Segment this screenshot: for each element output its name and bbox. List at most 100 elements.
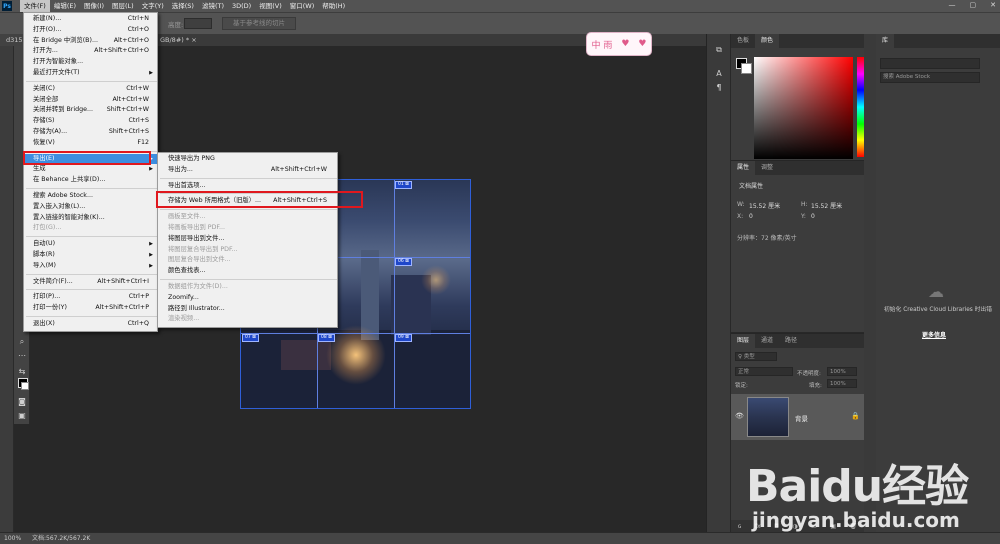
export-menu-item[interactable]: 颜色查找表... xyxy=(158,266,337,277)
slice-label-09[interactable]: 09 ⊠ xyxy=(395,334,412,342)
slice-label-06[interactable]: 06 ⊠ xyxy=(395,258,412,266)
fill-input[interactable]: 100% xyxy=(827,379,857,388)
swap-colors-icon[interactable]: ⇆ xyxy=(16,366,28,378)
file-menu-item-shortcut: Alt+Ctrl+O xyxy=(113,36,149,44)
tab-libraries[interactable]: 库 xyxy=(876,34,895,48)
tab-layers[interactable]: 图层 xyxy=(731,334,756,348)
width-value[interactable]: 15.52 厘米 xyxy=(749,201,780,210)
visibility-eye-icon[interactable]: 👁 xyxy=(735,412,744,420)
file-menu-item[interactable]: 在 Bridge 中浏览(B)... Alt+Ctrl+O xyxy=(24,36,157,47)
photoshop-logo: Ps xyxy=(2,1,12,11)
y-value[interactable]: 0 xyxy=(811,213,815,220)
file-menu-item[interactable]: 自动(U) ▶ xyxy=(24,239,157,250)
export-menu-item[interactable]: 快速导出为 PNG xyxy=(158,154,337,165)
quick-mask-icon[interactable]: ◙ xyxy=(16,396,28,408)
more-info-link[interactable]: 更多信息 xyxy=(922,330,946,339)
tab-channels[interactable]: 通道 xyxy=(755,334,779,348)
file-menu-item[interactable]: 在 Behance 上共享(D)... xyxy=(24,175,157,186)
layer-filter-select[interactable]: ♀ 类型 xyxy=(735,352,777,361)
tab-swatches[interactable]: 色板 xyxy=(731,34,755,48)
paragraph-icon[interactable]: ¶ xyxy=(713,82,725,94)
slice-label-01[interactable]: 01 ⊠ xyxy=(395,181,412,189)
color-picker-field[interactable] xyxy=(754,57,853,159)
tab-paths[interactable]: 路径 xyxy=(779,334,803,348)
file-menu-item[interactable]: 置入链接的智能对象(K)... xyxy=(24,213,157,224)
file-menu-item[interactable]: 打开(O)... Ctrl+O xyxy=(24,25,157,36)
stock-search-input[interactable]: 搜索 Adobe Stock xyxy=(880,72,980,83)
properties-panel-tabs: 属性 调整 xyxy=(731,161,864,175)
file-menu-item[interactable]: 生成 ▶ xyxy=(24,164,157,175)
menu-type[interactable]: 文字(Y) xyxy=(138,0,168,12)
lock-icon: 🔒 xyxy=(851,412,860,420)
file-menu-item[interactable]: 关闭并转到 Bridge... Shift+Ctrl+W xyxy=(24,105,157,116)
export-menu-item-label: 渲染视频... xyxy=(168,315,200,323)
file-menu-item[interactable]: 新建(N)... Ctrl+N xyxy=(24,14,157,25)
file-menu-item[interactable]: 打开为... Alt+Shift+Ctrl+O xyxy=(24,46,157,57)
zoom-tool-icon[interactable]: ⌕ xyxy=(16,336,28,348)
file-menu-item[interactable]: 文件简介(F)... Alt+Shift+Ctrl+I xyxy=(24,277,157,288)
export-menu-item[interactable]: 路径到 Illustrator... xyxy=(158,304,337,315)
height-input[interactable] xyxy=(184,18,212,29)
window-controls: — ▢ ✕ xyxy=(949,1,997,9)
more-tools-icon[interactable]: ⋯ xyxy=(16,350,28,362)
file-menu-item[interactable]: 关闭全部 Alt+Ctrl+W xyxy=(24,95,157,106)
export-menu-item[interactable]: 将图层导出到文件... xyxy=(158,234,337,245)
screen-mode-icon[interactable]: ▣ xyxy=(16,410,28,422)
menu-window[interactable]: 窗口(W) xyxy=(286,0,319,12)
menu-layer[interactable]: 图层(L) xyxy=(108,0,138,12)
export-menu-item[interactable]: Zoomify... xyxy=(158,293,337,304)
export-menu-item[interactable]: 导出为... Alt+Shift+Ctrl+W xyxy=(158,165,337,176)
menu-view[interactable]: 视图(V) xyxy=(255,0,286,12)
opacity-input[interactable]: 100% xyxy=(827,367,857,376)
file-menu-item-shortcut: Alt+Shift+Ctrl+P xyxy=(95,304,149,312)
close-button[interactable]: ✕ xyxy=(990,1,996,9)
slice-label-07[interactable]: 07 ⊠ xyxy=(242,334,259,342)
file-menu-item[interactable]: 打开为智能对象... xyxy=(24,57,157,68)
file-menu-item[interactable]: 置入嵌入对象(L)... xyxy=(24,202,157,213)
menu-help[interactable]: 帮助(H) xyxy=(318,0,349,12)
tab-properties[interactable]: 属性 xyxy=(731,161,756,175)
file-menu-item[interactable]: 搜索 Adobe Stock... xyxy=(24,191,157,202)
file-menu-item[interactable]: 导入(M) ▶ xyxy=(24,261,157,272)
file-menu-item[interactable]: 打印一份(Y) Alt+Shift+Ctrl+P xyxy=(24,303,157,314)
file-menu-item[interactable]: 最近打开文件(T) ▶ xyxy=(24,68,157,79)
file-menu-item-shortcut: Alt+Shift+Ctrl+O xyxy=(94,47,149,55)
maximize-button[interactable]: ▢ xyxy=(970,1,977,9)
file-menu: 新建(N)... Ctrl+N 打开(O)... Ctrl+O 在 Bridge 中浏览… xyxy=(23,12,158,332)
file-menu-item[interactable]: 退出(X) Ctrl+Q xyxy=(24,319,157,330)
menu-filter[interactable]: 滤镜(T) xyxy=(198,0,228,12)
background-swatch[interactable] xyxy=(741,63,752,74)
file-menu-item[interactable]: 打印(P)... Ctrl+P xyxy=(24,292,157,303)
character-icon[interactable]: A xyxy=(713,68,725,80)
export-highlight-box xyxy=(23,151,151,165)
menu-file[interactable]: 文件(F) xyxy=(20,0,50,12)
background-color-swatch[interactable] xyxy=(21,382,29,390)
file-menu-item[interactable]: 关闭(C) Ctrl+W xyxy=(24,84,157,95)
file-menu-item[interactable]: 存储为(A)... Shift+Ctrl+S xyxy=(24,127,157,138)
library-select[interactable] xyxy=(880,58,980,69)
slices-from-guides-button[interactable]: 基于参考线的切片 xyxy=(222,17,296,30)
file-menu-item[interactable]: 恢复(V) F12 xyxy=(24,138,157,149)
tab-adjustments[interactable]: 调整 xyxy=(755,161,779,175)
menu-image[interactable]: 图像(I) xyxy=(80,0,108,12)
layer-name[interactable]: 背景 xyxy=(795,413,808,423)
file-menu-item[interactable]: 存储(S) Ctrl+S xyxy=(24,116,157,127)
minimize-button[interactable]: — xyxy=(949,1,956,9)
menu-select[interactable]: 选择(S) xyxy=(168,0,198,12)
zoom-level[interactable]: 100% xyxy=(4,533,21,544)
tab-close-icon[interactable]: × xyxy=(191,36,196,44)
document-tab-title[interactable]: GB/8#) * × xyxy=(160,34,197,46)
menu-edit[interactable]: 编辑(E) xyxy=(50,0,80,12)
menu-3d[interactable]: 3D(D) xyxy=(228,0,255,12)
history-icon[interactable]: ⧉ xyxy=(713,44,725,56)
height-value[interactable]: 15.52 厘米 xyxy=(811,201,842,210)
slice-label-08[interactable]: 08 ⊠ xyxy=(318,334,335,342)
blend-mode-select[interactable]: 正常 xyxy=(735,367,793,376)
file-menu-item[interactable]: 脚本(R) ▶ xyxy=(24,250,157,261)
export-menu-item[interactable]: 导出首选项... xyxy=(158,181,337,192)
heart-icon: ♥ xyxy=(621,39,630,49)
export-menu-item-label: Zoomify... xyxy=(168,293,199,301)
x-value[interactable]: 0 xyxy=(749,213,753,220)
libraries-tabs: 库 xyxy=(876,34,1000,48)
tab-color[interactable]: 颜色 xyxy=(755,34,780,48)
